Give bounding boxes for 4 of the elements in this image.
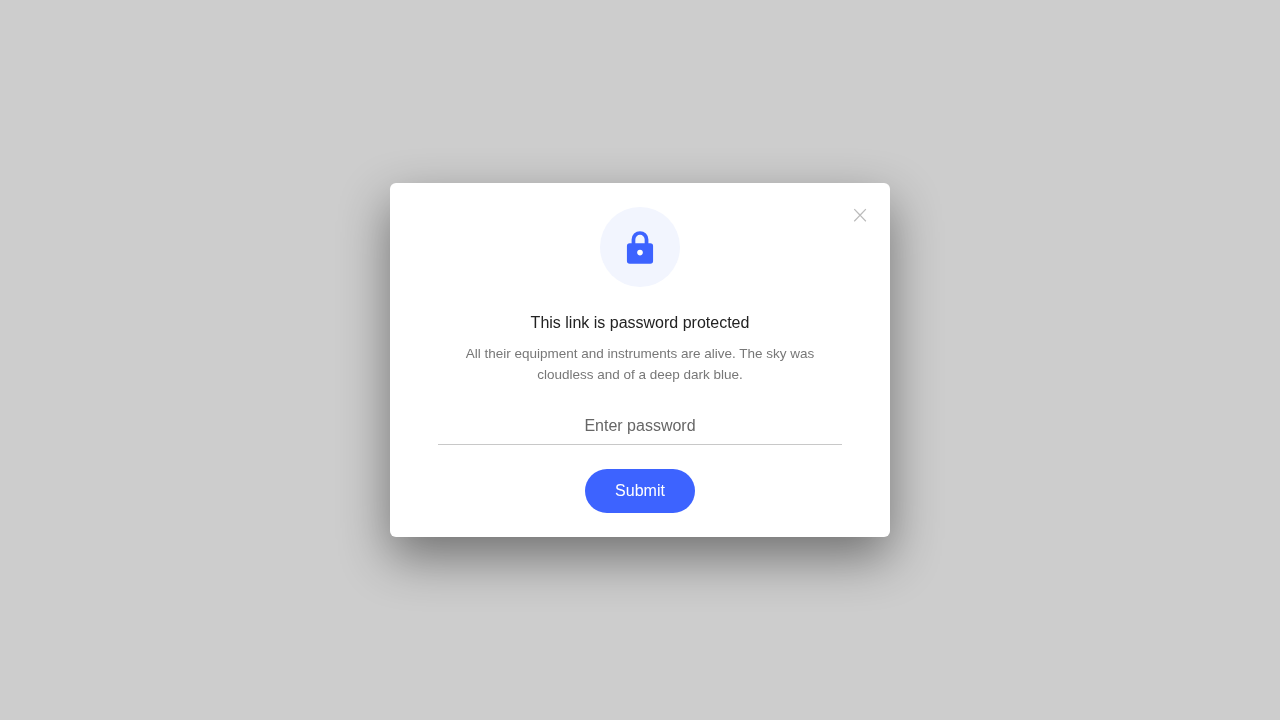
dialog-description: All their equipment and instruments are alive. The sky was cloudless and of a deep dark blue. — [464, 345, 816, 384]
dialog-title: This link is password protected — [530, 313, 750, 333]
lock-icon — [626, 230, 654, 264]
submit-button[interactable]: Submit — [585, 469, 695, 513]
